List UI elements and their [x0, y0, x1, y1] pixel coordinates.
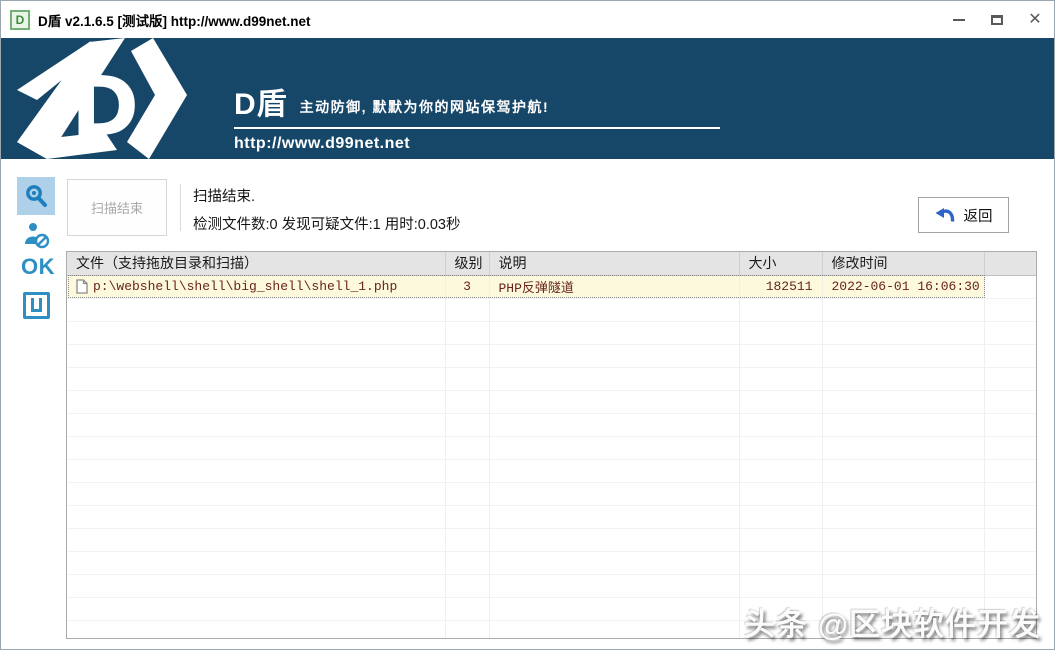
svg-text:D: D [71, 60, 139, 155]
scan-results-table: 文件（支持拖放目录和扫描） 级别 说明 大小 修改时间 [66, 251, 1037, 639]
header-banner: D D盾 主动防御, 默默为你的网站保驾护航! http://www.d99ne… [1, 38, 1054, 159]
scan-status-line2: 检测文件数:0 发现可疑文件:1 用时:0.03秒 [193, 213, 461, 234]
sidebar-item-ok[interactable]: OK [21, 254, 55, 280]
column-header-size[interactable]: 大小 [739, 252, 822, 275]
window-title: D盾 v2.1.6.5 [测试版] http://www.d99net.net [38, 10, 311, 30]
file-icon [76, 279, 88, 294]
cell-file[interactable]: p:\webshell\shell\big_shell\shell_1.php [67, 275, 445, 298]
column-header-description[interactable]: 说明 [489, 252, 739, 275]
sidebar-item-isolate[interactable] [22, 221, 50, 254]
app-logo-icon: D [10, 10, 30, 30]
column-header-extra [984, 252, 1036, 275]
brand-row: D盾 主动防御, 默默为你的网站保驾护航! [234, 90, 720, 120]
back-button-label: 返回 [964, 205, 993, 226]
table-row-empty [67, 528, 1036, 551]
cell-extra [984, 275, 1036, 298]
table-row-empty [67, 298, 1036, 321]
window-controls: ✕ [940, 1, 1054, 38]
table-row-empty [67, 505, 1036, 528]
cell-size[interactable]: 182511 [739, 275, 822, 298]
close-icon: ✕ [1028, 12, 1041, 28]
table-row-empty [67, 482, 1036, 505]
table-row-empty [67, 321, 1036, 344]
cell-level[interactable]: 3 [445, 275, 489, 298]
table-row-empty [67, 459, 1036, 482]
column-header-modified[interactable]: 修改时间 [822, 252, 984, 275]
person-block-icon [22, 221, 50, 249]
minimize-icon [953, 19, 965, 21]
brand-area: D盾 主动防御, 默默为你的网站保驾护航! http://www.d99net.… [234, 90, 720, 153]
undo-arrow-icon [935, 207, 955, 224]
title-bar: D D盾 v2.1.6.5 [测试版] http://www.d99net.ne… [1, 1, 1054, 38]
table-row-empty [67, 551, 1036, 574]
sidebar-item-scan[interactable] [17, 177, 55, 215]
maximize-icon [991, 15, 1003, 25]
sidebar-item-box[interactable] [23, 292, 50, 319]
app-window: D D盾 v2.1.6.5 [测试版] http://www.d99net.ne… [0, 0, 1055, 650]
table-row-empty [67, 597, 1036, 620]
table-row[interactable]: p:\webshell\shell\big_shell\shell_1.php … [67, 275, 1036, 298]
dshield-logo: D [3, 38, 238, 159]
brand-url: http://www.d99net.net [234, 135, 720, 153]
cell-description[interactable]: PHP反弹隧道 [489, 275, 739, 298]
table-header-row: 文件（支持拖放目录和扫描） 级别 说明 大小 修改时间 [67, 252, 1036, 275]
cell-file-path: p:\webshell\shell\big_shell\shell_1.php [93, 279, 397, 294]
scan-status-line1: 扫描结束. [193, 185, 255, 206]
cell-modified[interactable]: 2022-06-01 16:06:30 [822, 275, 984, 298]
brand-name: D盾 [234, 90, 288, 120]
close-button[interactable]: ✕ [1016, 1, 1054, 38]
table-row-empty [67, 367, 1036, 390]
maximize-button[interactable] [978, 1, 1016, 38]
table-row-empty [67, 574, 1036, 597]
box-u-icon [31, 298, 42, 312]
table-row-empty [67, 436, 1036, 459]
search-icon [23, 183, 49, 209]
table-row-empty [67, 413, 1036, 436]
table-row-empty [67, 620, 1036, 639]
column-header-file[interactable]: 文件（支持拖放目录和扫描） [67, 252, 445, 275]
brand-divider [234, 127, 720, 129]
table-row-empty [67, 390, 1036, 413]
column-header-level[interactable]: 级别 [445, 252, 489, 275]
scan-finished-button[interactable]: 扫描结束 [67, 179, 167, 236]
back-button[interactable]: 返回 [918, 197, 1009, 233]
scan-table-body: p:\webshell\shell\big_shell\shell_1.php … [67, 275, 1036, 639]
brand-slogan: 主动防御, 默默为你的网站保驾护航! [300, 97, 549, 120]
table-row-empty [67, 344, 1036, 367]
toolbar-divider [180, 184, 181, 231]
minimize-button[interactable] [940, 1, 978, 38]
